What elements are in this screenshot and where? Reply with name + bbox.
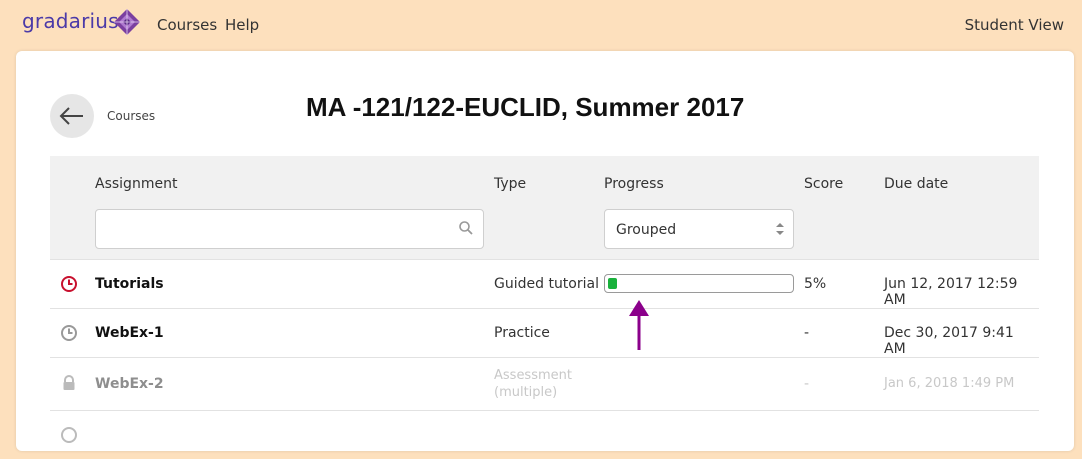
table-row[interactable]: WebEx-1 Practice - Dec 30, 2017 9:41 AM (50, 309, 1039, 358)
column-due-date: Due date (884, 176, 949, 192)
clock-icon (61, 325, 77, 341)
assignment-score: - (804, 325, 810, 341)
column-score: Score (804, 176, 844, 192)
column-assignment: Assignment (95, 176, 178, 192)
arrow-left-icon (59, 107, 83, 125)
column-type: Type (494, 176, 527, 192)
course-card: Courses MA -121/122-EUCLID, Summer 2017 … (16, 51, 1074, 451)
top-bar: gradarius Courses Help Student View (0, 0, 1082, 50)
table-row: WebEx-2 Assessment (multiple) - Jan 6, 2… (50, 358, 1039, 411)
progress-filter-value: Grouped (616, 222, 677, 238)
logo-text[interactable]: gradarius (22, 9, 119, 33)
back-button[interactable] (50, 94, 94, 138)
select-arrows-icon (776, 223, 784, 235)
progress-bar (604, 274, 794, 293)
assignment-type: Assessment (multiple) (494, 367, 572, 401)
clock-overdue-icon (61, 276, 77, 292)
nav-courses[interactable]: Courses (157, 16, 217, 34)
page-title: MA -121/122-EUCLID, Summer 2017 (306, 92, 745, 122)
assignment-score: - (804, 376, 810, 392)
student-view-link[interactable]: Student View (965, 16, 1064, 34)
progress-bar-fill (608, 278, 617, 289)
lock-icon (63, 375, 75, 390)
nav-help[interactable]: Help (225, 16, 259, 34)
column-progress: Progress (604, 176, 664, 192)
assignment-name: WebEx-2 (95, 376, 164, 392)
search-input[interactable] (104, 218, 448, 240)
assignment-type-line2: (multiple) (494, 385, 558, 400)
progress-filter-select[interactable]: Grouped (604, 209, 794, 249)
table-row (50, 411, 1039, 459)
search-icon (459, 221, 473, 235)
assignment-type-line1: Assessment (494, 368, 572, 383)
assignment-type: Practice (494, 325, 550, 341)
back-label[interactable]: Courses (107, 109, 155, 123)
annotation-arrow-up-icon (629, 300, 649, 350)
assignment-due-date: Jun 12, 2017 12:59 AM (884, 276, 1018, 308)
table-header: Assignment Type Progress Score Due date … (50, 156, 1039, 260)
logo-icon[interactable] (113, 8, 141, 36)
assignment-search-field[interactable] (95, 209, 484, 249)
assignment-type: Guided tutorial (494, 276, 599, 292)
table-row[interactable]: Tutorials Guided tutorial 5% Jun 12, 201… (50, 260, 1039, 309)
assignments-table: Assignment Type Progress Score Due date … (50, 156, 1039, 459)
assignment-name[interactable]: Tutorials (95, 276, 164, 292)
assignment-score: 5% (804, 276, 827, 292)
assignment-name[interactable]: WebEx-1 (95, 325, 164, 341)
assignment-due-date: Dec 30, 2017 9:41 AM (884, 325, 1014, 357)
assignment-due-date: Jan 6, 2018 1:49 PM (884, 376, 1015, 391)
